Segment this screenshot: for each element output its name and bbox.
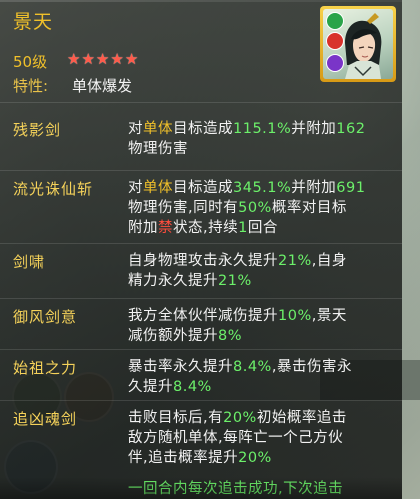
skill-text-segment: 1 bbox=[238, 220, 248, 236]
star-icon: ★ bbox=[110, 50, 124, 68]
class-badge-icon bbox=[326, 54, 344, 72]
star-icon: ★ bbox=[95, 50, 110, 68]
skill-text-segment: 伴,追击概率提升 bbox=[128, 450, 239, 466]
skill-text-segment: 20% bbox=[223, 410, 257, 426]
skill-text-segment: 8.4% bbox=[173, 379, 212, 395]
skill-description: 对单体目标造成345.1%并附加691 物理伤害,同时有50%概率对目标附加禁状态… bbox=[128, 178, 394, 238]
hero-detail-tooltip: 景天 50级 ★ ★ ★ ★ ★ 特性: 单体爆发 残影剑 对单体目标造成115.1%并附… bbox=[0, 0, 402, 499]
skill-description: 暴击率永久提升8.4%,暴击伤害永 久提升8.4% bbox=[128, 357, 394, 397]
skill-description: 我方全体伙伴减伤提升10%,景天减伤额外提升8% bbox=[128, 306, 394, 346]
skill-text-segment: 暴击率永久提升 bbox=[128, 359, 233, 375]
divider bbox=[0, 102, 402, 103]
skill-description: 击败目标后,有20%初始概率追击 敌方随机单体,每阵亡一个己方伙 伴,追击概率提升2… bbox=[128, 408, 394, 468]
skill-text-segment: 对 bbox=[128, 180, 143, 196]
skill-description: 自身物理攻击永久提升21%,自身 精力永久提升21% bbox=[128, 251, 394, 291]
skill-divider bbox=[0, 298, 402, 299]
attack-type-badge-icon bbox=[326, 32, 344, 50]
skill-divider bbox=[0, 349, 402, 350]
skill-text-segment: 敌方随机单体,每阵亡一个己方伙 bbox=[128, 430, 344, 446]
skill-text-segment: 10% bbox=[278, 308, 312, 324]
skill-text-segment: 击败目标后,有 bbox=[128, 410, 224, 426]
skill-text-segment: 并附加 bbox=[291, 180, 337, 196]
skill-text-segment: 减伤额外提升 bbox=[128, 328, 218, 344]
skill-text-segment: 状态,持续 bbox=[173, 220, 239, 236]
skill-text-segment: 345.1% bbox=[233, 180, 292, 196]
hero-portrait bbox=[323, 9, 393, 79]
skill-text-segment: 691 bbox=[336, 180, 366, 196]
skill-text-segment: 物理伤害 bbox=[128, 141, 188, 157]
trait-value: 单体爆发 bbox=[72, 77, 133, 95]
skill-text-segment: 20% bbox=[238, 450, 272, 466]
skill-text-segment: 久提升 bbox=[128, 379, 173, 395]
skill-text-segment: 禁 bbox=[158, 220, 173, 236]
skill-text-segment: ,暴击伤害永 bbox=[271, 359, 352, 375]
skill-text-segment: ,景天 bbox=[311, 308, 347, 324]
star-icon: ★ bbox=[67, 50, 81, 68]
skill-text-segment: 初始概率追击 bbox=[256, 410, 347, 426]
skill-text-segment: 目标造成 bbox=[173, 121, 233, 137]
skill-text-segment: 单体 bbox=[143, 121, 173, 137]
skill-text-segment: 8% bbox=[218, 328, 243, 344]
skill-text-segment: 8.4% bbox=[233, 359, 272, 375]
skill-description: 对单体目标造成115.1%并附加162 物理伤害 bbox=[128, 119, 394, 159]
skill-text-segment: 物理伤害,同时有 bbox=[128, 200, 239, 216]
skill-text-segment: 21% bbox=[218, 273, 252, 289]
skill-name: 御风剑意 bbox=[13, 308, 78, 326]
skill-desc-overflow-line: 一回合内每次追击成功,下次追击 bbox=[128, 481, 344, 497]
skill-text-segment: 概率对目标 bbox=[271, 200, 347, 216]
hero-level: 50级 bbox=[13, 53, 48, 71]
skill-text-segment: 162 bbox=[336, 121, 366, 137]
skill-text-segment: 回合 bbox=[247, 220, 278, 236]
skill-text-segment: 115.1% bbox=[233, 121, 292, 137]
skill-divider bbox=[0, 243, 402, 244]
skill-divider bbox=[0, 400, 402, 401]
top-border bbox=[0, 0, 402, 2]
skill-divider bbox=[0, 170, 402, 171]
skill-name: 始祖之力 bbox=[13, 359, 78, 377]
skill-name: 流光诛仙斩 bbox=[13, 180, 94, 198]
hero-avatar[interactable] bbox=[320, 6, 396, 82]
hero-name: 景天 bbox=[13, 11, 54, 33]
skill-text-segment: ,自身 bbox=[311, 253, 347, 269]
skill-text-segment: 精力永久提升 bbox=[128, 273, 218, 289]
skill-text-segment: 附加 bbox=[128, 220, 158, 236]
star-icon: ★ bbox=[124, 50, 139, 68]
skill-text-segment: 目标造成 bbox=[173, 180, 233, 196]
skill-text-segment: 21% bbox=[278, 253, 312, 269]
star-icon: ★ bbox=[81, 50, 95, 68]
skill-text-segment: 50% bbox=[238, 200, 272, 216]
skill-text-segment: 我方全体伙伴减伤提升 bbox=[128, 308, 278, 324]
skill-text-segment: 并附加 bbox=[291, 121, 337, 137]
star-rating: ★ ★ ★ ★ ★ bbox=[67, 50, 138, 68]
trait-label: 特性: bbox=[13, 77, 49, 95]
skill-text-segment: 自身物理攻击永久提升 bbox=[128, 253, 278, 269]
skill-name: 剑啸 bbox=[13, 253, 46, 271]
skill-text-segment: 单体 bbox=[143, 180, 173, 196]
skill-text-segment: 对 bbox=[128, 121, 143, 137]
skill-name: 残影剑 bbox=[13, 121, 62, 139]
skill-name: 追凶魂剑 bbox=[13, 410, 78, 428]
element-badge-icon bbox=[326, 12, 344, 30]
